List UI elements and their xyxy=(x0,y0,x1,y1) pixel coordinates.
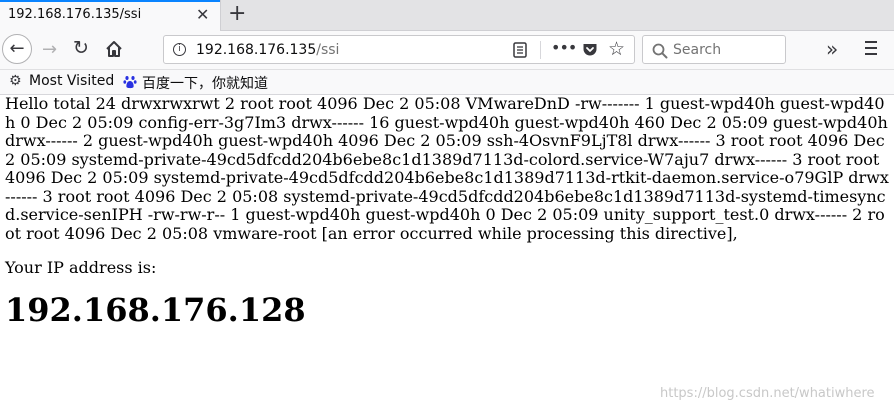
new-tab-button[interactable]: + xyxy=(228,1,246,26)
back-icon: ← xyxy=(9,38,25,59)
forward-icon[interactable]: → xyxy=(42,39,57,60)
url-host: 192.168.176.135 xyxy=(196,42,317,58)
close-tab-icon[interactable]: ✕ xyxy=(196,5,209,24)
url-bar-divider xyxy=(540,41,541,59)
tab-active[interactable]: 192.168.176.135/ssi ✕ xyxy=(0,0,221,31)
search-bar[interactable] xyxy=(642,35,786,64)
back-button[interactable]: ← xyxy=(2,34,32,64)
bookmarks-toolbar: ⚙ Most Visited 百度一下，你就知道 xyxy=(0,70,894,95)
search-input[interactable] xyxy=(673,40,781,60)
pocket-icon[interactable] xyxy=(582,42,598,58)
baidu-paw-icon xyxy=(123,76,137,89)
overflow-icon[interactable]: » xyxy=(826,37,838,61)
hamburger-menu-icon[interactable] xyxy=(864,40,878,56)
reader-view-icon[interactable] xyxy=(513,42,527,58)
tab-title: 192.168.176.135/ssi xyxy=(8,7,142,22)
ip-label: Your IP address is: xyxy=(5,258,157,277)
page-content: Hello total 24 drwxrwxrwt 2 root root 40… xyxy=(5,94,891,329)
bookmark-most-visited[interactable]: Most Visited xyxy=(29,73,114,89)
url-text[interactable]: 192.168.176.135/ssi xyxy=(196,42,339,58)
url-bar[interactable]: i 192.168.176.135/ssi ••• ☆ xyxy=(163,35,635,64)
url-path: /ssi xyxy=(316,42,340,58)
info-icon[interactable]: i xyxy=(173,43,186,56)
bookmark-star-icon[interactable]: ☆ xyxy=(608,38,625,60)
search-icon xyxy=(652,43,668,59)
navigation-toolbar: ← → ↻ i 192.168.176.135/ssi ••• ☆ » xyxy=(0,31,894,70)
ssi-output-text: Hello total 24 drwxrwxrwt 2 root root 40… xyxy=(5,94,889,243)
tab-strip: 192.168.176.135/ssi ✕ + xyxy=(0,0,894,31)
gear-icon: ⚙ xyxy=(9,73,22,89)
page-actions-icon[interactable]: ••• xyxy=(551,38,577,57)
ip-address-heading: 192.168.176.128 xyxy=(5,291,306,329)
reload-icon[interactable]: ↻ xyxy=(73,37,89,59)
watermark: https://blog.csdn.net/whatiwhere xyxy=(660,386,875,401)
bookmark-baidu[interactable]: 百度一下，你就知道 xyxy=(142,73,268,93)
home-icon[interactable] xyxy=(104,39,124,59)
